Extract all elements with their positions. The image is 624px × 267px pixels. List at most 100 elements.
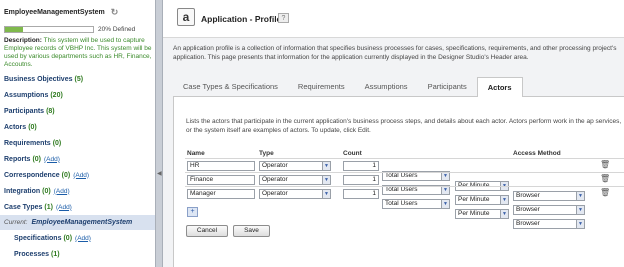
- system-description: Description: This system will be used to…: [4, 37, 154, 69]
- actors-grid: Name Type Count Access Method HR Operator…: [185, 150, 624, 229]
- progress-fill: [5, 27, 23, 32]
- dropdown-arrow-icon: ▼: [322, 176, 330, 184]
- nav-item-count: (5): [74, 75, 84, 83]
- progress-text: 20% Defined: [98, 26, 136, 33]
- nav-item-count: (1): [44, 203, 53, 211]
- add-link[interactable]: (Add): [75, 235, 91, 242]
- profile-nav: Business Objectives (5) Assumptions (20) Par…: [0, 71, 155, 267]
- application-logo-icon: a: [177, 8, 195, 26]
- actor-name-input[interactable]: HR: [187, 161, 255, 171]
- actor-type-select-value: Operator: [262, 176, 288, 183]
- tab-case-types-specifications[interactable]: Case Types & Specifications: [173, 77, 288, 97]
- actor-type-select[interactable]: Operator ▼: [259, 175, 331, 185]
- col-access: Access Method: [513, 150, 561, 157]
- nav-item-count: (1): [51, 250, 60, 258]
- dropdown-arrow-icon: ▼: [322, 162, 330, 170]
- profile-tabs: Case Types & Specifications Requirements A…: [173, 77, 624, 98]
- nav-item-processes[interactable]: Processes (1): [0, 246, 155, 262]
- save-button[interactable]: Save: [233, 225, 270, 237]
- actor-row: HR Operator ▼ 1 Total Users ▼ Per Minute ▼ Brows…: [185, 158, 624, 201]
- actor-type-select[interactable]: Operator ▼: [259, 189, 331, 199]
- count-unit-select[interactable]: Total Users ▼: [382, 199, 450, 209]
- tab-actors[interactable]: Actors: [476, 77, 523, 98]
- col-type: Type: [259, 150, 274, 157]
- actor-name-input[interactable]: Manager: [187, 189, 255, 199]
- access-method-select[interactable]: Browser ▼: [513, 219, 585, 229]
- nav-item-label: Business Objectives: [4, 75, 73, 83]
- help-icon[interactable]: ?: [278, 13, 289, 23]
- grid-header: Name Type Count Access Method: [185, 150, 624, 158]
- add-link[interactable]: (Add): [56, 204, 72, 211]
- access-method-select-value: Browser: [516, 220, 540, 227]
- count-unit-select-value: Total Users: [385, 200, 418, 207]
- add-row-icon[interactable]: +: [187, 207, 198, 217]
- actor-row: Finance Operator ▼ 1 Total Users ▼ Per Minute ▼…: [185, 172, 624, 215]
- definition-progress: 20% Defined: [4, 26, 135, 33]
- nav-item-label: Processes: [14, 250, 50, 258]
- delete-row-icon[interactable]: 🗑: [600, 174, 610, 184]
- nav-item-correspondence[interactable]: Correspondence (0) (Add): [0, 167, 155, 183]
- tab-assumptions[interactable]: Assumptions: [355, 77, 418, 97]
- dropdown-arrow-icon: ▼: [576, 220, 584, 228]
- tab-participants[interactable]: Participants: [418, 77, 477, 97]
- nav-item-count: (0): [61, 171, 71, 179]
- dropdown-arrow-icon: ▼: [441, 200, 449, 208]
- dropdown-arrow-icon: ▼: [500, 210, 508, 218]
- nav-item-count: (0): [42, 187, 51, 195]
- count-period-select-value: Per Minute: [458, 210, 490, 217]
- collapse-arrow-icon[interactable]: ◀: [157, 170, 162, 177]
- access-method-select-value: Browser: [516, 206, 540, 213]
- progress-bar: [4, 26, 94, 33]
- nav-item-assumptions[interactable]: Assumptions (20): [0, 87, 155, 103]
- add-link[interactable]: (Add): [73, 172, 89, 179]
- nav-item-label: Assumptions: [4, 91, 49, 99]
- tab-requirements[interactable]: Requirements: [288, 77, 355, 97]
- actor-row: Manager Operator ▼ 1 Total Users ▼ Per Minute ▼…: [185, 186, 624, 229]
- col-name: Name: [187, 150, 205, 157]
- nav-item-integration[interactable]: Integration (0) (Add): [0, 183, 155, 199]
- add-link[interactable]: (Add): [54, 188, 70, 195]
- nav-item-label: Actors: [4, 123, 27, 131]
- delete-row-icon[interactable]: 🗑: [600, 160, 610, 170]
- delete-row-icon[interactable]: 🗑: [600, 188, 610, 198]
- actor-name-input[interactable]: Finance: [187, 175, 255, 185]
- nav-item-reports[interactable]: Reports (0) (Add): [0, 151, 155, 167]
- nav-item-label: Case Types: [4, 203, 43, 211]
- system-header: EmployeeManagementSystem ↻: [0, 0, 155, 24]
- actor-count-input[interactable]: 1: [343, 175, 379, 185]
- actor-type-select-value: Operator: [262, 190, 288, 197]
- left-panel: EmployeeManagementSystem ↻ 20% Defined D…: [0, 0, 155, 267]
- nav-item-case-types[interactable]: Case Types (1) (Add): [0, 199, 155, 215]
- nav-item-count: (0): [52, 139, 62, 147]
- panel-splitter[interactable]: ◀: [155, 0, 163, 267]
- nav-item-count: (20): [50, 91, 63, 99]
- actor-type-select[interactable]: Operator ▼: [259, 161, 331, 171]
- nav-item-fields[interactable]: Fields(0): [0, 262, 155, 267]
- nav-item-label: Requirements: [4, 139, 51, 147]
- actor-count-input[interactable]: 1: [343, 189, 379, 199]
- count-period-select[interactable]: Per Minute ▼: [455, 209, 509, 219]
- current-case-type: Current: EmployeeManagementSystem: [0, 215, 155, 230]
- nav-item-business-objectives[interactable]: Business Objectives (5): [0, 71, 155, 87]
- nav-item-participants[interactable]: Participants (8): [0, 103, 155, 119]
- current-name[interactable]: EmployeeManagementSystem: [31, 219, 132, 226]
- nav-item-actors[interactable]: Actors (0): [0, 119, 155, 135]
- dropdown-arrow-icon: ▼: [322, 190, 330, 198]
- nav-item-count: (0): [32, 155, 42, 163]
- nav-item-count: (8): [46, 107, 55, 115]
- nav-item-label: Reports: [4, 155, 31, 163]
- nav-item-requirements[interactable]: Requirements (0): [0, 135, 155, 151]
- intro-text: An application profile is a collection o…: [173, 45, 617, 61]
- actor-type-select-value: Operator: [262, 162, 288, 169]
- nav-item-count: (0): [63, 234, 73, 242]
- nav-item-label: Participants: [4, 107, 45, 115]
- current-prefix: Current:: [4, 219, 28, 226]
- cancel-button[interactable]: Cancel: [186, 225, 228, 237]
- add-link[interactable]: (Add): [44, 156, 60, 163]
- refresh-icon[interactable]: ↻: [111, 8, 119, 17]
- nav-item-label: Correspondence: [4, 171, 60, 179]
- access-method-select[interactable]: Browser ▼: [513, 205, 585, 215]
- actor-count-input[interactable]: 1: [343, 161, 379, 171]
- nav-item-label: Specifications: [14, 234, 62, 242]
- nav-item-specifications[interactable]: Specifications (0) (Add): [0, 230, 155, 246]
